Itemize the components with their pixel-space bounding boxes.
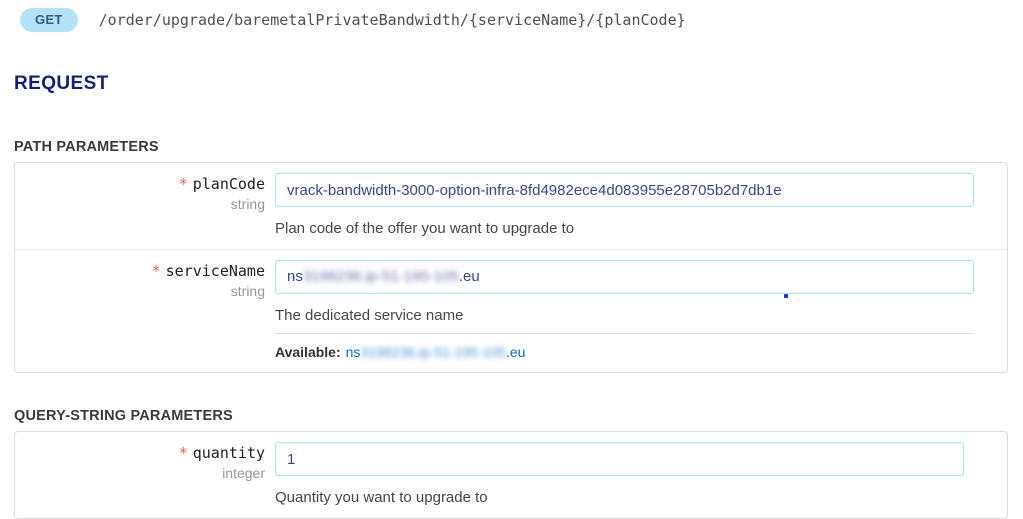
request-section-title: REQUEST xyxy=(14,73,1023,95)
param-type-quantity: integer xyxy=(15,465,265,481)
param-row-servicename: *serviceName string ns3198236.ip-51-195-… xyxy=(15,249,1007,372)
plancode-description: Plan code of the offer you want to upgra… xyxy=(275,220,974,237)
api-console-page: GET /order/upgrade/baremetalPrivateBandw… xyxy=(0,0,1023,519)
servicename-value-suffix: .eu xyxy=(459,268,480,285)
quantity-input[interactable] xyxy=(275,442,964,476)
stray-cursor-dot xyxy=(784,294,788,298)
param-type-servicename: string xyxy=(15,283,265,299)
available-link-redacted: 3198236.ip-51-195-105 xyxy=(360,344,506,360)
param-content-plancode: Plan code of the offer you want to upgra… xyxy=(265,163,1007,249)
plancode-input[interactable] xyxy=(275,173,974,207)
available-label: Available: xyxy=(275,344,341,360)
param-label-quantity: * quantity integer xyxy=(15,432,265,518)
available-link-suffix: .eu xyxy=(506,344,525,360)
path-parameters-box: * planCode string Plan code of the offer … xyxy=(14,162,1008,373)
param-row-quantity: * quantity integer Quantity you want to u… xyxy=(15,432,1007,518)
quantity-description: Quantity you want to upgrade to xyxy=(275,489,964,506)
available-link-prefix: ns xyxy=(346,344,361,360)
endpoint-path: /order/upgrade/baremetalPrivateBandwidth… xyxy=(99,11,686,29)
http-method-badge: GET xyxy=(20,8,78,32)
query-string-parameters-box: * quantity integer Quantity you want to u… xyxy=(14,431,1008,519)
servicename-value-prefix: ns xyxy=(287,268,303,285)
required-asterisk: * xyxy=(179,175,188,193)
required-asterisk: * xyxy=(179,444,188,462)
param-content-quantity: Quantity you want to upgrade to xyxy=(265,432,1007,518)
param-label-servicename: * serviceName string xyxy=(15,250,265,372)
servicename-input[interactable]: ns3198236.ip-51-195-105.eu xyxy=(275,260,974,294)
endpoint-bar: GET /order/upgrade/baremetalPrivateBandw… xyxy=(0,0,1023,32)
param-name-quantity: quantity xyxy=(193,444,265,462)
param-row-plancode: * planCode string Plan code of the offer … xyxy=(15,163,1007,249)
path-parameters-heading: PATH PARAMETERS xyxy=(14,139,1023,155)
available-servicename-link[interactable]: ns3198236.ip-51-195-105.eu xyxy=(346,344,526,360)
param-type-plancode: string xyxy=(15,196,265,212)
required-asterisk: * xyxy=(152,262,161,280)
param-content-servicename: ns3198236.ip-51-195-105.eu The dedicated… xyxy=(265,250,1007,372)
available-block: Available: ns3198236.ip-51-195-105.eu xyxy=(275,333,974,360)
param-label-plancode: * planCode string xyxy=(15,163,265,249)
servicename-value-redacted: 3198236.ip-51-195-105 xyxy=(303,268,459,285)
param-name-plancode: planCode xyxy=(193,175,265,193)
param-name-servicename: serviceName xyxy=(166,262,265,280)
query-string-parameters-heading: QUERY-STRING PARAMETERS xyxy=(14,408,1023,424)
servicename-description: The dedicated service name xyxy=(275,307,974,324)
